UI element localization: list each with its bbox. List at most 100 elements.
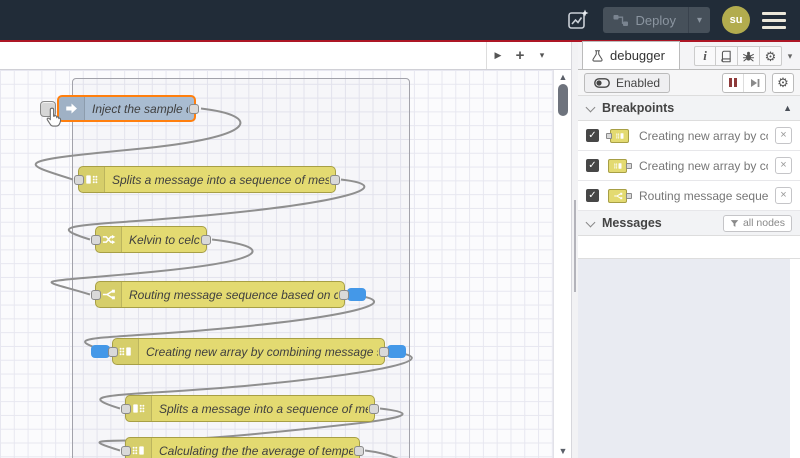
output-port[interactable] [201, 234, 211, 245]
tab-debugger[interactable]: debugger [582, 41, 680, 69]
node-label: Kelvin to celcius [129, 232, 200, 247]
deploy-options-button[interactable]: ▾ [688, 7, 710, 33]
info-tab-button[interactable]: i [694, 46, 716, 66]
wire[interactable] [364, 449, 433, 458]
mini-node-icon [606, 128, 632, 144]
breakpoint-row: ✓ Routing message sequence based on cond… [578, 181, 800, 211]
output-port[interactable] [354, 445, 364, 456]
sidebar-options-button[interactable]: ▾ [782, 51, 798, 62]
message-filter-button[interactable]: all nodes [722, 214, 792, 232]
breakpoint-checkbox[interactable]: ✓ [586, 129, 599, 142]
workspace: ▶ + ▾ Inject the sample data Splits a me… [0, 42, 571, 458]
debugger-settings-button[interactable]: ⚙ [772, 72, 794, 93]
add-flow-button[interactable]: + [509, 42, 531, 69]
info-icon: i [703, 48, 707, 63]
splitter-handle [574, 200, 576, 292]
node-switch[interactable]: Routing message sequence based on condit… [91, 281, 366, 308]
flow-tabstrip: ▶ + ▾ [0, 42, 571, 70]
debug-tab-button[interactable] [738, 46, 760, 66]
node-label: Inject the sample data [92, 101, 188, 116]
breakpoint-checkbox[interactable]: ✓ [586, 189, 599, 202]
breakpoint-row: ✓ Creating new array by combining messag… [578, 151, 800, 181]
bug-icon [742, 51, 755, 61]
output-port[interactable] [369, 403, 379, 414]
flow-canvas[interactable]: Inject the sample data Splits a message … [0, 70, 553, 458]
breakpoints-section-header[interactable]: Breakpoints ▲ [578, 96, 800, 121]
enabled-label: Enabled [616, 75, 661, 90]
help-tab-button[interactable] [716, 46, 738, 66]
input-port[interactable] [108, 346, 118, 357]
remove-breakpoint-button[interactable]: × [775, 187, 792, 204]
hand-cursor-icon [43, 105, 67, 131]
output-port[interactable] [379, 346, 389, 357]
breakpoint-label: Creating new array by combining message … [639, 128, 768, 143]
messages-panel [578, 259, 800, 458]
filter-icon [730, 219, 739, 227]
node-join1[interactable]: Creating new array by combining message … [91, 338, 406, 365]
messages-section-header[interactable]: Messages all nodes [578, 211, 800, 236]
user-avatar[interactable]: su [722, 6, 750, 34]
input-port[interactable] [121, 445, 131, 456]
breakpoints-list: ✓ Creating new array by combining messag… [578, 121, 800, 211]
breakpoint-pill-output[interactable] [387, 345, 406, 358]
next-tab-button[interactable]: ▶ [487, 42, 509, 69]
step-button[interactable] [744, 74, 765, 92]
gear-icon: ⚙ [777, 75, 789, 90]
node-label: Splits a message into a sequence of mess… [112, 172, 329, 187]
ai-assistant-button[interactable] [565, 7, 591, 33]
input-port[interactable] [74, 174, 84, 185]
debugger-enabled-toggle[interactable]: Enabled [584, 72, 671, 93]
input-port[interactable] [91, 234, 101, 245]
mini-node-icon [606, 188, 632, 204]
scroll-up-icon[interactable]: ▲ [783, 103, 792, 113]
chevron-down-icon: ▾ [696, 14, 703, 26]
node-split1[interactable]: Splits a message into a sequence of mess… [74, 166, 340, 193]
scroll-down-icon[interactable]: ▼ [557, 446, 569, 456]
pause-button[interactable] [723, 73, 744, 92]
filter-label: all nodes [742, 217, 785, 229]
sidebar: debugger i ⚙ ▾ Enabled ⚙ Breakpoints ▲ ✓… [578, 41, 800, 458]
chevron-down-icon [586, 104, 594, 112]
scroll-up-icon[interactable]: ▲ [557, 72, 569, 82]
flow-list-button[interactable]: ▾ [531, 42, 553, 69]
input-port[interactable] [121, 403, 131, 414]
settings-tab-button[interactable]: ⚙ [760, 46, 782, 66]
deploy-nodes-icon [613, 14, 628, 26]
section-title: Messages [602, 216, 662, 230]
output-port[interactable] [339, 289, 349, 300]
scrollbar-thumb[interactable] [558, 84, 568, 116]
gear-icon: ⚙ [764, 48, 777, 64]
output-port[interactable] [189, 103, 199, 114]
deploy-label: Deploy [635, 12, 676, 28]
breakpoint-label: Routing message sequence based on condit… [639, 188, 768, 203]
app-header: Deploy ▾ su [0, 0, 800, 40]
remove-breakpoint-button[interactable]: × [775, 157, 792, 174]
output-port[interactable] [330, 174, 340, 185]
remove-breakpoint-button[interactable]: × [775, 127, 792, 144]
book-icon [721, 50, 731, 62]
section-title: Breakpoints [602, 101, 675, 115]
node-inject[interactable]: Inject the sample data [40, 95, 199, 127]
step-icon [750, 78, 759, 87]
messages-empty-row [578, 236, 800, 259]
node-avg[interactable]: Calculating the the average of temperatu… [121, 437, 364, 458]
node-kelvin[interactable]: Kelvin to celcius [91, 226, 211, 253]
tab-label: debugger [610, 48, 665, 63]
breakpoint-pill-output[interactable] [347, 288, 366, 301]
sidebar-splitter[interactable] [571, 42, 578, 458]
node-label: Splits a message into a sequence of mess… [159, 401, 368, 416]
deploy-button-group: Deploy ▾ [602, 7, 710, 33]
breakpoint-row: ✓ Creating new array by combining messag… [578, 121, 800, 151]
breakpoint-label: Creating new array by combining message … [639, 158, 768, 173]
canvas-scrollbar[interactable]: ▲ ▼ [553, 70, 571, 458]
node-label: Routing message sequence based on condit… [129, 287, 338, 302]
mini-node-icon [606, 158, 632, 174]
input-port[interactable] [91, 289, 101, 300]
breakpoint-checkbox[interactable]: ✓ [586, 159, 599, 172]
main-menu-button[interactable] [762, 11, 786, 29]
ai-flow-icon [567, 9, 589, 29]
node-split2[interactable]: Splits a message into a sequence of mess… [121, 395, 379, 422]
deploy-button[interactable]: Deploy [603, 7, 688, 33]
chevron-down-icon [586, 219, 594, 227]
flask-icon [592, 49, 603, 62]
